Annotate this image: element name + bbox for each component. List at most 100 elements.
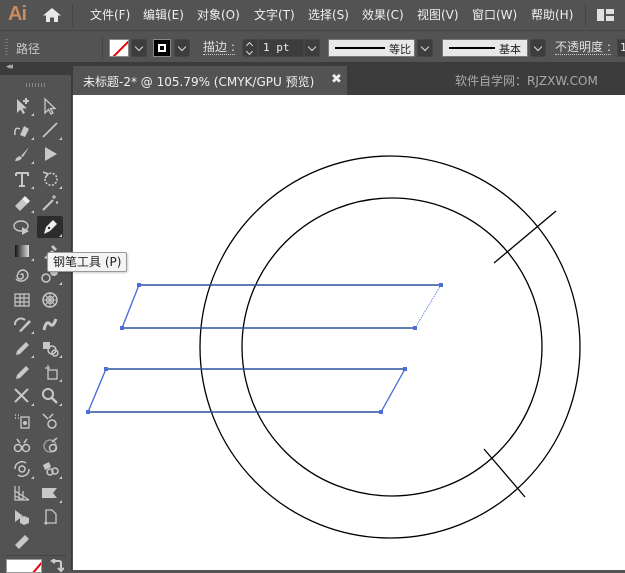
rotate-tool-button[interactable] bbox=[37, 168, 63, 190]
upper-right-tick-line[interactable] bbox=[493, 210, 557, 264]
type-tool-button[interactable] bbox=[9, 168, 35, 190]
scissors-tool-button[interactable] bbox=[9, 385, 35, 407]
free-distort-tool-button[interactable] bbox=[37, 482, 63, 504]
polar-grid-tool-button[interactable] bbox=[37, 289, 63, 311]
lower-parallelogram-path[interactable] bbox=[86, 367, 407, 414]
tool-group-indicator bbox=[31, 185, 34, 189]
pencil-tool-button[interactable] bbox=[9, 337, 35, 359]
shaper-tool-button[interactable] bbox=[37, 143, 63, 165]
menu-file[interactable]: 文件(F) bbox=[90, 6, 130, 23]
line-segment-tool-button[interactable] bbox=[37, 119, 63, 141]
toolbar-grip[interactable] bbox=[26, 83, 46, 87]
menu-select[interactable]: 选择(S) bbox=[308, 6, 349, 23]
perspective-selection-tool-button[interactable] bbox=[9, 506, 35, 528]
fill-color-swatch[interactable] bbox=[109, 39, 129, 57]
menu-type[interactable]: 文字(T) bbox=[254, 6, 295, 23]
watermark-text: 软件自学网：RJZXW.COM bbox=[455, 74, 598, 88]
variable-width-profile-select[interactable]: 等比 bbox=[328, 39, 415, 57]
puppet-warp-tool-button[interactable] bbox=[37, 313, 63, 335]
stroke-color-swatch[interactable] bbox=[153, 39, 171, 57]
document-tab[interactable]: 未标题-2* @ 105.79% (CMYK/GPU 预览) ✖ bbox=[73, 66, 347, 95]
panel-grip[interactable] bbox=[5, 39, 8, 57]
anchor-point[interactable] bbox=[379, 410, 383, 414]
close-tab-icon[interactable]: ✖ bbox=[331, 72, 342, 87]
gradient-tool-button[interactable] bbox=[9, 240, 35, 262]
stroke-panel-link[interactable]: 描边 : bbox=[203, 40, 235, 55]
menu-effect[interactable]: 效果(C) bbox=[362, 6, 404, 23]
tool-group-indicator bbox=[59, 137, 62, 141]
rectangular-grid-tool-button[interactable] bbox=[9, 289, 35, 311]
perspective-selection-icon bbox=[15, 510, 29, 526]
shape-builder-tool-button[interactable] bbox=[9, 361, 35, 383]
blob-brush-tool-button[interactable] bbox=[9, 313, 35, 335]
symbol-shifter-tool-button[interactable] bbox=[37, 410, 63, 432]
paintbrush-tool-button[interactable] bbox=[9, 143, 35, 165]
menu-help[interactable]: 帮助(H) bbox=[531, 6, 573, 23]
stroke-weight-stepper[interactable] bbox=[242, 39, 258, 57]
artboard-canvas[interactable] bbox=[73, 95, 625, 570]
document-tab-title: 未标题-2* @ 105.79% (CMYK/GPU 预览) bbox=[83, 75, 315, 89]
swap-fill-stroke-icon[interactable] bbox=[50, 559, 64, 573]
menu-edit[interactable]: 编辑(E) bbox=[143, 6, 184, 23]
magic-wand-tool-button[interactable] bbox=[37, 192, 63, 214]
spiral-icon bbox=[15, 269, 29, 283]
document-tab-bar: 未标题-2* @ 105.79% (CMYK/GPU 预览) ✖ 软件自学网：R… bbox=[72, 63, 625, 95]
artboard-icon bbox=[44, 509, 57, 526]
fill-stroke-swatch[interactable] bbox=[6, 559, 42, 573]
symbol-sizer-tool-button[interactable] bbox=[37, 434, 63, 456]
live-paint-bucket-tool-button[interactable] bbox=[37, 337, 63, 359]
symbol-spinner-tool-button[interactable] bbox=[9, 458, 35, 480]
anchor-point[interactable] bbox=[86, 410, 90, 414]
curvature-tool-button[interactable] bbox=[9, 119, 35, 141]
artboard-crop-tool-button[interactable] bbox=[37, 361, 63, 383]
direct-selection-tool-button[interactable] bbox=[37, 95, 63, 117]
collapse-panel-icon[interactable]: ◂◂ bbox=[6, 62, 13, 72]
control-bar: 路径 描边 : 1 pt 等比 基本 不透明度 : 1 bbox=[0, 30, 625, 63]
rectangular-grid-icon bbox=[14, 292, 30, 307]
variable-width-profile-dropdown[interactable] bbox=[417, 39, 433, 57]
workspace-layout-icon[interactable] bbox=[597, 9, 614, 21]
menu-view[interactable]: 视图(V) bbox=[417, 6, 459, 23]
measure-tool-button[interactable] bbox=[9, 531, 35, 553]
eraser-tool-button[interactable] bbox=[9, 192, 35, 214]
brush-definition-dropdown[interactable] bbox=[530, 39, 546, 57]
inner-circle[interactable] bbox=[241, 197, 543, 497]
anchor-point[interactable] bbox=[120, 326, 124, 330]
tool-group-indicator bbox=[59, 282, 62, 286]
upper-parallelogram-path[interactable] bbox=[120, 283, 443, 330]
stroke-weight-dropdown[interactable] bbox=[304, 39, 320, 57]
symbol-stainer-tool-button[interactable] bbox=[37, 458, 63, 480]
brush-definition-select[interactable]: 基本 bbox=[442, 39, 528, 57]
opacity-panel-link[interactable]: 不透明度 : bbox=[555, 40, 611, 55]
perspective-grid-icon bbox=[14, 486, 30, 501]
perspective-grid-tool-button[interactable] bbox=[9, 482, 35, 504]
polar-grid-icon bbox=[42, 291, 58, 308]
anchor-point[interactable] bbox=[413, 326, 417, 330]
zoom-tool-button[interactable] bbox=[37, 385, 63, 407]
symbol-sprayer-tool-button[interactable] bbox=[9, 410, 35, 432]
anchor-point[interactable] bbox=[439, 283, 443, 287]
lasso-tool-button[interactable] bbox=[9, 216, 35, 238]
anchor-point[interactable] bbox=[104, 367, 108, 371]
tool-group-indicator bbox=[31, 476, 34, 479]
spiral-tool-button[interactable] bbox=[9, 264, 35, 286]
stroke-weight-input[interactable]: 1 pt bbox=[258, 39, 304, 57]
anchor-point[interactable] bbox=[137, 283, 141, 287]
opacity-input[interactable]: 1 bbox=[617, 39, 625, 57]
menu-window[interactable]: 窗口(W) bbox=[472, 6, 517, 23]
lower-right-tick-line[interactable] bbox=[483, 448, 526, 498]
outer-circle[interactable] bbox=[199, 155, 581, 539]
symbol-scruncher-tool-button[interactable] bbox=[9, 434, 35, 456]
path-segment bbox=[414, 284, 442, 329]
artboard-crop-icon bbox=[45, 365, 58, 380]
home-icon[interactable] bbox=[42, 7, 62, 23]
brush-definition-label: 基本 bbox=[499, 43, 521, 56]
menu-object[interactable]: 对象(O) bbox=[197, 6, 240, 23]
pen-tool-button[interactable] bbox=[37, 216, 63, 238]
fill-dropdown-button[interactable] bbox=[131, 39, 147, 57]
artboard-tool-button[interactable] bbox=[37, 506, 63, 528]
stroke-dropdown-button[interactable] bbox=[174, 39, 190, 57]
toolbar-header: ◂◂ bbox=[0, 62, 72, 75]
anchor-point[interactable] bbox=[403, 367, 407, 371]
selection-tool-button[interactable] bbox=[9, 95, 35, 117]
